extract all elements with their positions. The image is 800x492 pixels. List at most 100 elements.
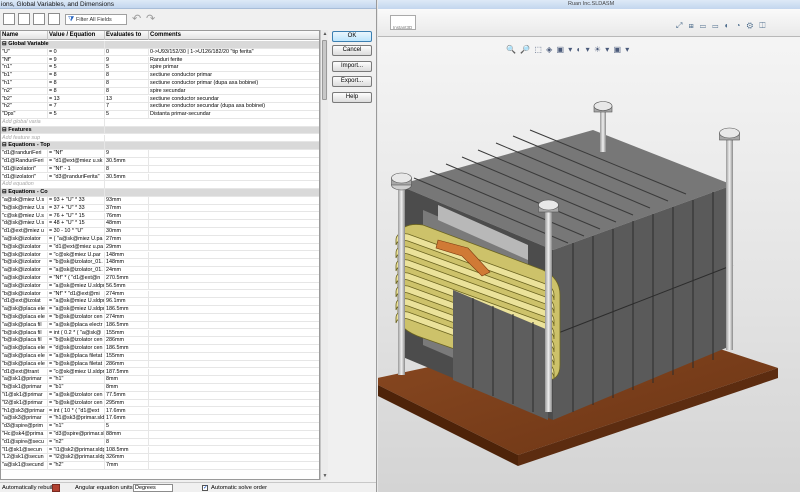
cell-evaluates[interactable]: 37mm — [105, 204, 149, 213]
cell-value[interactable]: = "n1" — [48, 423, 105, 431]
cell-name[interactable]: "b@sk@izolator — [1, 243, 48, 252]
table-row[interactable]: "a@sk@izolator = "a@sk@miez U.sldpr 56.5mm — [1, 282, 319, 291]
table-row[interactable]: "b@sk@miez U.s = 37 + "U" * 33 37mm — [1, 204, 319, 213]
table-row[interactable]: "b@sk@izolator = "b@sk@izolator_01. 148mm — [1, 259, 319, 268]
cell-comment[interactable]: sectiune conductor secundar — [149, 96, 319, 104]
cell-value[interactable]: = "b@sk@izolator_01. — [48, 259, 105, 267]
cell-name[interactable]: "a@sk@placa ele — [1, 353, 48, 361]
cell-name[interactable]: "a@sk@izolator — [1, 236, 48, 244]
table-row[interactable]: "b1" = 8 8 sectiune conductor primar — [1, 72, 319, 80]
cell-value[interactable]: = "Nf" - 1 — [48, 165, 105, 174]
cell-evaluates[interactable]: 76mm — [105, 212, 149, 221]
cell-name[interactable]: "b@sk@izolator — [1, 259, 48, 267]
cell-evaluates[interactable]: 8 — [105, 72, 149, 80]
cell-evaluates[interactable]: 286mm — [105, 337, 149, 345]
table-row[interactable]: "a@sk@placa fil = "a@sk@placa electr 186.5… — [1, 321, 319, 330]
auto-solve-checkbox[interactable]: ✓ — [202, 485, 208, 491]
cell-name[interactable]: "d1@ext@izolat — [1, 298, 48, 306]
cell-evaluates[interactable]: 88mm — [105, 431, 149, 439]
cell-comment[interactable]: sectiune conductor primar — [149, 72, 319, 80]
cell-value[interactable]: = 37 + "U" * 33 — [48, 204, 105, 213]
cell-evaluates[interactable]: 8mm — [105, 384, 149, 392]
cell-evaluates[interactable]: 9 — [105, 150, 149, 158]
cell-name[interactable]: "b@sk@izolator — [1, 290, 48, 299]
table-row[interactable]: "b2" = 13 13 sectiune conductor secundar — [1, 95, 319, 104]
cell-evaluates[interactable]: 186.5mm — [105, 306, 149, 314]
cell-name[interactable]: "h1" — [1, 80, 48, 88]
cell-evaluates[interactable]: 286mm — [105, 360, 149, 369]
cell-evaluates[interactable]: 30mm — [105, 228, 149, 236]
table-row[interactable]: "b@sk@placa fil = int ( 0.2 * ( "a@sk@ 155… — [1, 329, 319, 338]
cell-evaluates[interactable]: 5 — [105, 64, 149, 72]
cell-name[interactable]: "b@sk@izolator — [1, 251, 48, 260]
help-button[interactable]: Help — [332, 92, 372, 103]
cell-evaluates[interactable]: 13 — [105, 95, 149, 104]
cell-name[interactable]: "b1" — [1, 72, 48, 80]
cell-evaluates[interactable]: 56.5mm — [105, 282, 149, 291]
ok-button[interactable]: OK — [332, 31, 372, 42]
cell-name[interactable]: "a@sk@placa ele — [1, 345, 48, 353]
table-row[interactable]: "U" = 0 0 0->U93/152/30 | 1->U126/182/20 "t… — [1, 48, 319, 57]
cell-value[interactable]: = "d1@ext@miez u.pa — [48, 243, 105, 252]
cell-evaluates[interactable]: 17.6mm — [105, 407, 149, 416]
cell-name[interactable]: "a@sk@izolator — [1, 282, 48, 291]
table-row[interactable]: "a@sk3@primar = "h1@sk3@primar.sld 17.6mm — [1, 415, 319, 424]
cell-value[interactable]: = 0 — [48, 48, 105, 57]
cell-value[interactable]: = "b@sk@izolator cen — [48, 399, 105, 408]
table-row[interactable]: "b@sk@izolator = "Nf" * "d1@ext@mi 274mm — [1, 290, 319, 299]
cell-value[interactable]: = 9 — [48, 56, 105, 65]
cell-value[interactable]: = "a@sk@miez U.sldpr — [48, 282, 105, 291]
table-row[interactable]: "a@sk@miez U.s = 93 + "U" * 33 93mm — [1, 197, 319, 205]
cell-name[interactable]: "a@sk@placa ele — [1, 306, 48, 314]
cell-name[interactable]: "d@sk@miez U.s — [1, 220, 48, 228]
table-row[interactable]: "Hc@sk4@prima = "d3@spire@primar.sl 88mm — [1, 431, 319, 439]
table-row[interactable]: "a@sk@izolator = "Nf" * ( "d1@ext@n 270.5m… — [1, 275, 319, 283]
vertical-scrollbar[interactable]: ▲ ▼ — [320, 30, 328, 480]
cell-value[interactable]: = "b1" — [48, 384, 105, 392]
cell-evaluates[interactable]: 17.6mm — [105, 415, 149, 423]
add-item-label[interactable]: Add equation — [1, 181, 105, 189]
cell-value[interactable]: = "Nf" — [48, 150, 105, 158]
table-row[interactable]: "a@sk@izolator = "a@sk@izolator_01. 24mm — [1, 267, 319, 275]
cell-name[interactable]: "d1@spire@secu — [1, 438, 48, 447]
cell-value[interactable]: = "h2" — [48, 462, 105, 470]
cell-name[interactable]: "b2" — [1, 95, 48, 104]
cell-name[interactable]: "h1@sk3@primar — [1, 407, 48, 416]
table-row[interactable]: "b@sk1@primar = "b1" 8mm — [1, 384, 319, 392]
table-row[interactable]: "b@sk@placa ele = "b@sk@placa filetat 286m… — [1, 360, 319, 369]
cell-value[interactable]: = "b@sk@izolator cen — [48, 337, 105, 345]
table-row[interactable]: "d1@randuriFeri = "Nf" 9 — [1, 150, 319, 158]
cell-evaluates[interactable]: 48mm — [105, 220, 149, 228]
cell-value[interactable]: = "h1" — [48, 376, 105, 384]
cell-value[interactable]: = "a@sk@miez U.sldpr — [48, 306, 105, 314]
table-row[interactable]: "L2@sk1@secun = "l2@sk2@primar.sldp 326mm — [1, 454, 319, 463]
table-row[interactable]: "h1@sk3@primar = int ( 10 * ( "d1@ext 17.6… — [1, 407, 319, 416]
add-row[interactable]: Add equation — [1, 181, 319, 190]
cell-value[interactable]: = 93 + "U" * 33 — [48, 197, 105, 205]
view-equations-icon[interactable] — [3, 13, 15, 25]
cell-value[interactable]: = 5 — [48, 64, 105, 72]
cell-evaluates[interactable]: 29mm — [105, 243, 149, 252]
table-row[interactable]: "c@sk@miez U.s = 76 + "U" * 15 76mm — [1, 212, 319, 221]
cell-name[interactable]: "c@sk@miez U.s — [1, 212, 48, 221]
cell-name[interactable]: "a@sk@placa fil — [1, 321, 48, 330]
view-ordered-icon[interactable] — [48, 13, 60, 25]
cell-value[interactable]: = 5 — [48, 111, 105, 119]
cell-evaluates[interactable]: 186.5mm — [105, 321, 149, 330]
table-row[interactable]: "b@sk@izolator = "c@sk@miez U.par 148mm — [1, 251, 319, 260]
cell-value[interactable]: = "b@sk@izolator cen — [48, 314, 105, 322]
cell-value[interactable]: = "d1@ext@miez u.sk — [48, 158, 105, 166]
cell-value[interactable]: = "d@sk@izolator cen — [48, 345, 105, 353]
column-header-name[interactable]: Name — [1, 31, 48, 40]
cell-evaluates[interactable]: 326mm — [105, 454, 149, 462]
cell-value[interactable]: = "a@sk@miez U.sldpr — [48, 298, 105, 306]
table-row[interactable]: "d3@spire@prim = "n1" 5 — [1, 423, 319, 431]
cell-value[interactable]: = "d3@randuriFerita" — [48, 173, 105, 182]
cell-evaluates[interactable]: 9 — [105, 56, 149, 65]
cell-name[interactable]: "Nf" — [1, 56, 48, 65]
cell-value[interactable]: = "Nf" * ( "d1@ext@n — [48, 275, 105, 283]
table-row[interactable]: "h1" = 8 8 sectiune conductor primar (dupa … — [1, 80, 319, 88]
cell-name[interactable]: "b@sk@placa fil — [1, 329, 48, 338]
cell-comment[interactable]: sectiune conductor primar (dupa axa bobi… — [149, 80, 319, 88]
cell-value[interactable]: = 8 — [48, 80, 105, 88]
